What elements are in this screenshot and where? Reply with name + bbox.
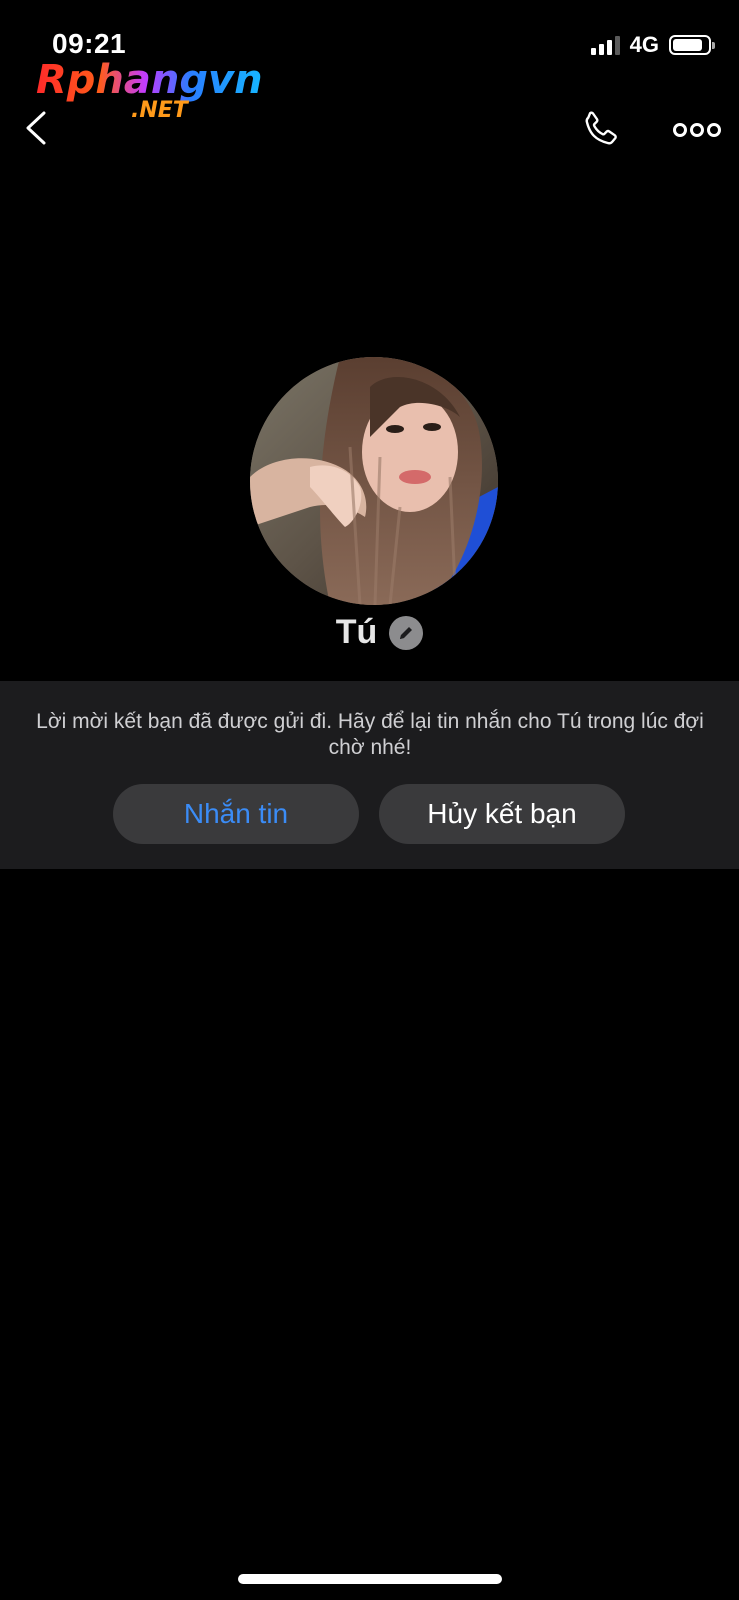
watermark-suffix: .NET	[131, 98, 188, 123]
call-button[interactable]	[578, 108, 622, 152]
battery-icon	[669, 35, 715, 55]
network-type: 4G	[629, 32, 659, 57]
status-indicators: 4G	[590, 32, 715, 58]
watermark-logo: Rphangvn .NET	[36, 56, 266, 128]
friend-request-message: Lời mời kết bạn đã được gửi đi. Hãy để l…	[36, 710, 704, 759]
edit-name-button[interactable]	[389, 615, 424, 650]
more-horizontal-icon	[673, 123, 721, 137]
chevron-left-icon	[26, 111, 46, 145]
profile-photo	[250, 357, 498, 605]
signal-icon	[590, 35, 620, 55]
pencil-icon	[400, 626, 413, 639]
more-button[interactable]	[672, 116, 722, 144]
cancel-friend-request-button[interactable]: Hủy kết bạn	[379, 784, 625, 844]
watermark-brand: Rphangvn	[36, 57, 263, 103]
avatar[interactable]	[250, 357, 498, 605]
profile-name-row: Tú	[0, 613, 739, 652]
profile-name: Tú	[335, 613, 378, 651]
friend-request-panel: Lời mời kết bạn đã được gửi đi. Hãy để l…	[0, 681, 739, 869]
back-button[interactable]	[20, 108, 60, 148]
home-indicator[interactable]	[238, 1574, 502, 1584]
message-button[interactable]: Nhắn tin	[113, 784, 359, 844]
phone-icon	[585, 111, 617, 145]
